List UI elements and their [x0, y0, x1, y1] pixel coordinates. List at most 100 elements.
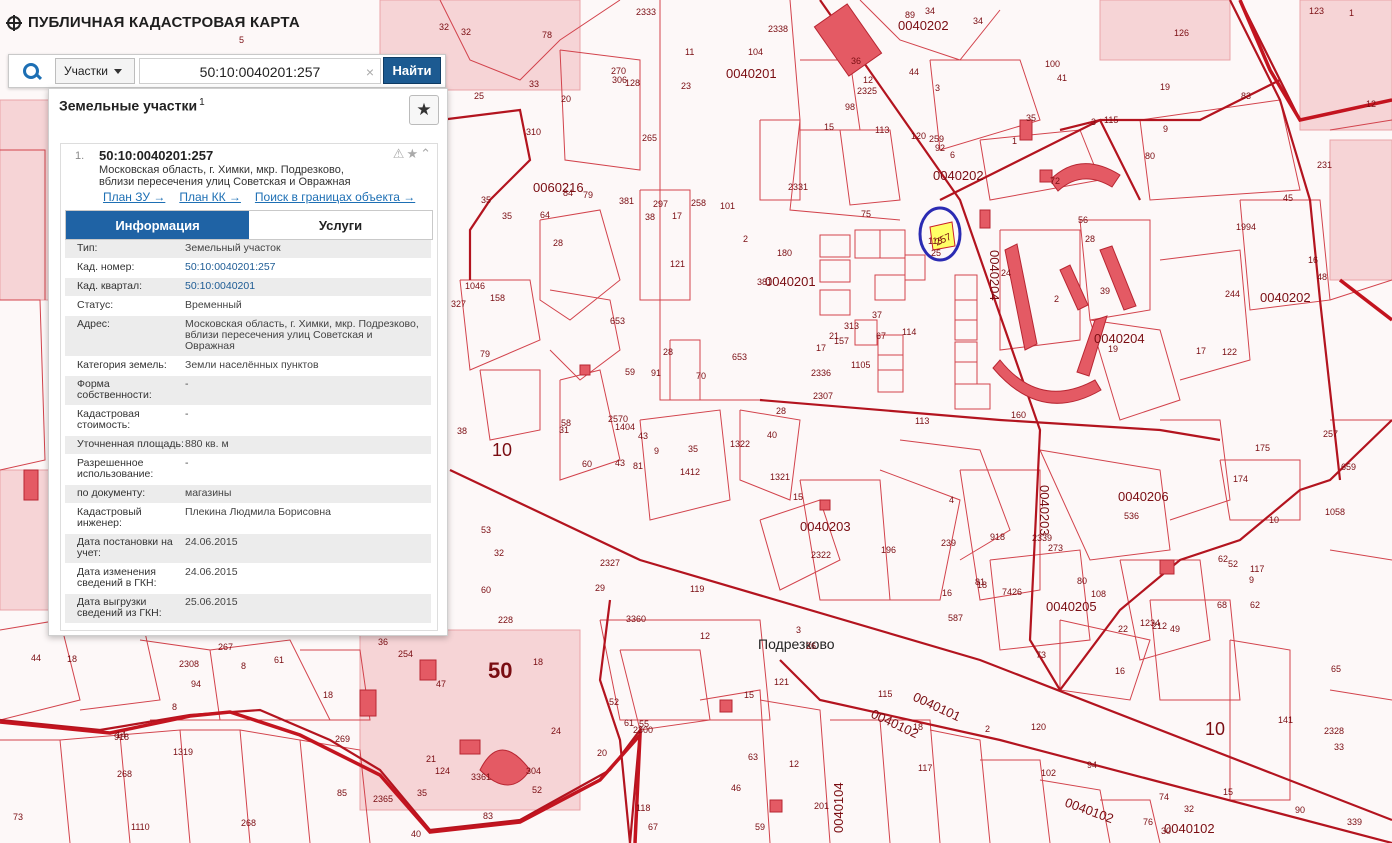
attribute-label: Кад. номер: — [77, 261, 135, 273]
parcel-number: 102 — [1041, 768, 1056, 778]
parcel-number: 2338 — [768, 24, 788, 34]
attribute-value: Плекина Людмила Борисовна — [185, 506, 332, 518]
attribute-row: Уточненная площадь: 880 кв. м — [65, 436, 431, 455]
parcel-number: 123 — [1309, 6, 1324, 16]
attribute-row: Кад. номер: 50:10:0040201:257 — [65, 259, 431, 278]
attribute-row: Дата постановки на учет: 24.06.2015 — [65, 534, 431, 564]
parcel-number: 2308 — [179, 659, 199, 669]
parcel-number: 2322 — [811, 550, 831, 560]
parcel-number: 61 — [624, 718, 634, 728]
attribute-row: Адрес: Московская область, г. Химки, мкр.… — [65, 316, 431, 357]
attribute-value: - — [185, 457, 189, 469]
parcel-number: 2336 — [811, 368, 831, 378]
card-tools-icons[interactable]: ⚠★⌃ — [393, 146, 433, 162]
result-card[interactable]: 1. 50:10:0040201:257 Московская область,… — [60, 143, 438, 631]
parcel-number: 268 — [241, 818, 256, 828]
search-in-bounds-link[interactable]: Поиск в границах объекта → — [255, 190, 415, 204]
parcel-number: 659 — [1341, 462, 1356, 472]
attribute-value[interactable]: 50:10:0040201:257 — [185, 262, 431, 273]
parcel-number: 108 — [1091, 589, 1106, 599]
parcel-number: 43 — [615, 458, 625, 468]
parcel-number: 61 — [274, 655, 284, 665]
parcel-number: 104 — [748, 47, 763, 57]
parcel-number: 1322 — [730, 439, 750, 449]
parcel-number: 2365 — [373, 794, 393, 804]
parcel-number: 268 — [117, 769, 132, 779]
result-address: Московская область, г. Химки, мкр. Подре… — [99, 164, 351, 188]
parcel-number: 55 — [639, 719, 649, 729]
attribute-label: Кадастровый инженер: — [77, 506, 142, 529]
parcel-number: 92 — [935, 143, 945, 153]
parcel-number: 267 — [218, 642, 233, 652]
parcel-number: 65 — [1331, 664, 1341, 674]
parcel-number: 228 — [498, 615, 513, 625]
chevron-down-icon — [114, 68, 122, 74]
parcel-number: 38 — [645, 212, 655, 222]
attribute-label: Форма собственности: — [77, 378, 152, 401]
parcel-number: 25 — [474, 91, 484, 101]
parcel-number: 10 — [1269, 515, 1279, 525]
attribute-value: 24.06.2015 — [185, 566, 238, 578]
parcel-number: 23 — [681, 81, 691, 91]
search-icon[interactable] — [17, 59, 45, 83]
parcel-number: 304 — [526, 766, 541, 776]
parcel-number: 8 — [241, 661, 246, 671]
parcel-number: 22 — [1118, 624, 1128, 634]
search-input[interactable]: 50:10:0040201:257 × — [139, 58, 381, 84]
parcel-number: 1 — [1349, 8, 1354, 18]
parcel-number: 269 — [335, 734, 350, 744]
results-panel: Земельные участки 1 ★ 1. 50:10:0040201:25… — [48, 88, 448, 636]
parcel-number: 2 — [1054, 294, 1059, 304]
attribute-value: Земли населённых пунктов — [185, 359, 319, 371]
app-title: ПУБЛИЧНАЯ КАДАСТРОВАЯ КАРТА — [6, 14, 300, 31]
result-index: 1. — [75, 150, 85, 162]
attribute-value: 25.06.2015 — [185, 596, 238, 608]
attribute-label: Тип: — [77, 242, 98, 254]
parcel-number: 81 — [975, 577, 985, 587]
quarter-label: 0040203 — [1037, 485, 1052, 536]
zone-label: 10 — [1205, 719, 1225, 739]
attribute-row: Категория земель: Земли населённых пункто… — [65, 357, 431, 376]
parcel-number: 79 — [583, 190, 593, 200]
parcel-number: 1319 — [173, 747, 193, 757]
parcel-number: 2333 — [636, 7, 656, 17]
parcel-number: 60 — [582, 459, 592, 469]
tab-info[interactable]: Информация — [66, 211, 249, 239]
parcel-number: 9 — [654, 446, 659, 456]
plan-kk-link[interactable]: План КК → — [179, 190, 241, 204]
parcel-number: 273 — [1048, 543, 1063, 553]
favorites-button[interactable]: ★ — [409, 95, 439, 125]
attribute-label: по документу: — [77, 487, 146, 499]
result-tabs: Информация Услуги — [65, 210, 433, 240]
attribute-label: Кадастровая стоимость: — [77, 408, 140, 431]
parcel-number: 29 — [595, 583, 605, 593]
parcel-number: 1994 — [1236, 222, 1256, 232]
star-icon: ★ — [416, 100, 432, 119]
parcel-number: 18 — [913, 722, 923, 732]
search-type-select[interactable]: Участки — [55, 58, 135, 84]
plan-zu-link[interactable]: План ЗУ → — [103, 190, 165, 204]
parcel-number: 122 — [1222, 347, 1237, 357]
clear-icon[interactable]: × — [366, 59, 374, 85]
attribute-value: Московская область, г. Химки, мкр. Подре… — [185, 318, 419, 352]
parcel-number: 257 — [1323, 429, 1338, 439]
parcel-number: 73 — [13, 812, 23, 822]
parcel-number: 310 — [526, 127, 541, 137]
attribute-value[interactable]: 50:10:0040201 — [185, 281, 431, 292]
parcel-number: 94 — [191, 679, 201, 689]
parcel-number: 124 — [435, 766, 450, 776]
parcel-number: 113 — [915, 416, 929, 426]
attribute-table: Тип: Земельный участок Кад. номер: 50:10:00… — [65, 240, 431, 624]
parcel-number: 45 — [1283, 193, 1293, 203]
logo-icon — [6, 14, 22, 31]
parcel-number: 33 — [529, 79, 539, 89]
tab-services[interactable]: Услуги — [249, 211, 432, 239]
result-title[interactable]: 50:10:0040201:257 — [99, 148, 213, 163]
parcel-number: 18 — [533, 657, 543, 667]
parcel-number: 15 — [824, 122, 834, 132]
parcel-number: 113 — [875, 125, 889, 135]
parcel-number: 100 — [1045, 59, 1060, 69]
find-button[interactable]: Найти — [383, 57, 441, 84]
parcel-number: 26 — [806, 641, 816, 651]
quarter-label: 0040202 — [1260, 290, 1311, 305]
